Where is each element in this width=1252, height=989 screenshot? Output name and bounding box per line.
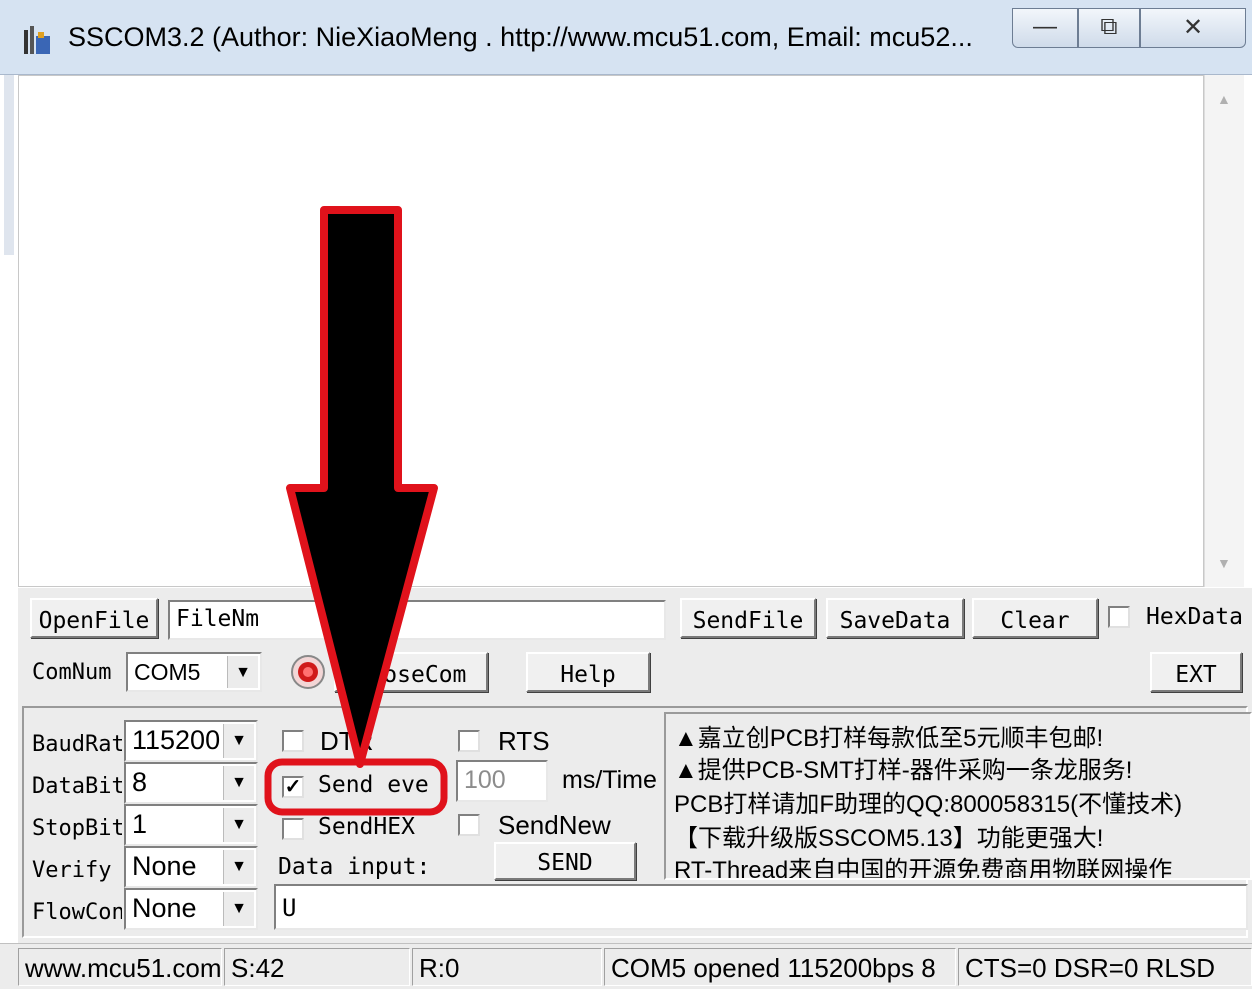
highlight-box-annotation [264,758,448,816]
annotation-overlay [264,206,448,816]
down-arrow-annotation-icon [286,206,438,768]
